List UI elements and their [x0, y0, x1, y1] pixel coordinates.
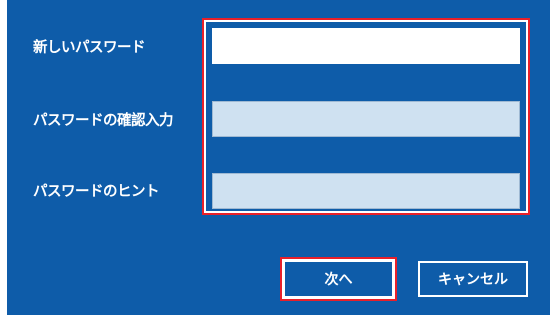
cancel-button-frame: キャンセル: [418, 261, 528, 297]
confirm-password-input[interactable]: [212, 101, 520, 137]
cancel-button[interactable]: キャンセル: [422, 265, 524, 293]
password-hint-input[interactable]: [212, 173, 520, 209]
next-button-highlight: 次へ: [280, 257, 397, 301]
new-password-label: 新しいパスワード: [33, 40, 146, 56]
next-button[interactable]: 次へ: [285, 262, 392, 296]
password-dialog: 新しいパスワード パスワードの確認入力 パスワードのヒント 次へ キャンセル: [7, 0, 550, 315]
password-hint-label: パスワードのヒント: [33, 184, 160, 200]
confirm-password-label: パスワードの確認入力: [33, 113, 174, 129]
fields-highlight-box: [202, 18, 530, 215]
new-password-input[interactable]: [212, 28, 520, 64]
fields-highlight-inner: [206, 22, 526, 211]
